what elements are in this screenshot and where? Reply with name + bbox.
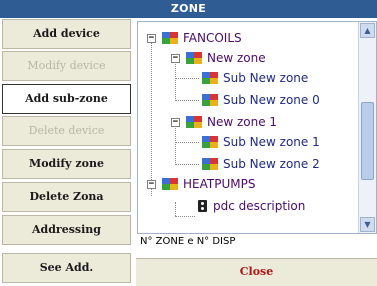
zone-tree[interactable]: − FANCOILS − New zone Sub New zone Sub N… [137,21,377,234]
tree-node-label: FANCOILS [183,31,242,45]
tree-node-fancoils[interactable]: FANCOILS [162,29,242,47]
tree-node-label: HEATPUMPS [183,177,256,191]
tree-node-sub-new-zone-2[interactable]: Sub New zone 2 [202,155,320,173]
zone-device-count-label: N° ZONE e N° DISP [140,236,236,247]
tree-connector [175,59,176,101]
zone-folder-icon [162,31,179,45]
tree-node-label: Sub New zone 1 [223,135,320,149]
zone-folder-icon [202,71,219,85]
scroll-thumb[interactable] [361,102,374,180]
delete-zone-button[interactable]: Delete Zona [2,182,131,212]
tree-connector [175,78,199,79]
tree-scrollbar[interactable]: ▲ ▼ [358,22,376,233]
modify-zone-button[interactable]: Modify zone [2,149,131,179]
collapse-toggle-icon[interactable]: − [147,34,156,43]
zone-folder-icon [186,51,203,65]
zone-folder-icon [202,135,219,149]
tree-node-sub-new-zone-0[interactable]: Sub New zone 0 [202,91,320,109]
see-add-button[interactable]: See Add. [2,253,131,283]
zone-folder-icon [162,177,179,191]
add-device-button[interactable]: Add device [2,19,131,49]
tree-connector [175,142,199,143]
zone-window: ZONE Add device Modify device Add sub-zo… [0,0,377,286]
tree-connector [175,164,199,165]
tree-node-sub-new-zone[interactable]: Sub New zone [202,69,308,87]
tree-node-label: New zone 1 [207,115,278,129]
tree-node-label: New zone [207,51,266,65]
tree-connector [175,202,176,216]
delete-device-button[interactable]: Delete device [2,116,131,146]
zone-folder-icon [186,115,203,129]
tree-connector [175,216,195,217]
collapse-toggle-icon[interactable]: − [171,54,180,63]
addressing-button[interactable]: Addressing [2,215,131,245]
device-icon [196,199,209,213]
zone-folder-icon [202,93,219,107]
add-sub-zone-button[interactable]: Add sub-zone [2,84,131,114]
scroll-down-icon[interactable]: ▼ [360,217,375,232]
tree-connector [175,123,176,165]
tree-node-new-zone-1[interactable]: New zone 1 [186,113,277,131]
tree-node-label: Sub New zone [223,71,309,85]
collapse-toggle-icon[interactable]: − [171,118,180,127]
tree-node-label: Sub New zone 0 [223,93,320,107]
window-title: ZONE [0,0,377,18]
tree-node-heatpumps[interactable]: HEATPUMPS [162,175,255,193]
close-button[interactable]: Close [136,258,377,286]
tree-node-label: Sub New zone 2 [223,157,320,171]
scroll-up-icon[interactable]: ▲ [360,23,375,38]
collapse-toggle-icon[interactable]: − [147,180,156,189]
tree-node-label: pdc description [213,199,306,213]
action-panel: Add device Modify device Add sub-zone De… [0,18,133,285]
zone-folder-icon [202,157,219,171]
tree-node-new-zone[interactable]: New zone [186,49,266,67]
tree-node-pdc-description[interactable]: pdc description [196,197,305,215]
tree-connector [175,100,199,101]
tree-node-sub-new-zone-1[interactable]: Sub New zone 1 [202,133,320,151]
tree-connector [151,42,152,196]
modify-device-button[interactable]: Modify device [2,51,131,81]
